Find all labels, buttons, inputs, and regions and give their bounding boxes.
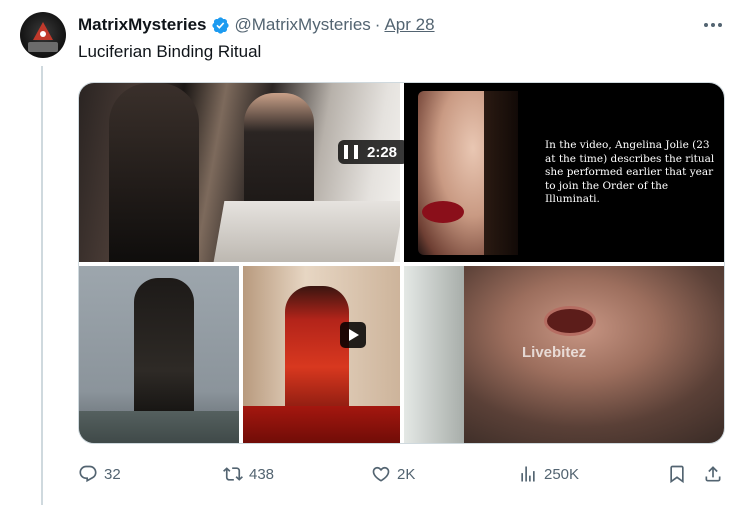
video-background	[404, 266, 464, 443]
media-grid: In the video, Angelina Jolie (23 at the …	[78, 82, 725, 444]
author-handle[interactable]: @MatrixMysteries	[235, 15, 371, 35]
video-mouth	[544, 306, 596, 336]
photo-figure	[285, 286, 349, 421]
reply-icon	[79, 465, 97, 483]
action-bar: 32 438 2K 250K	[78, 462, 725, 486]
photo-figure	[109, 83, 199, 262]
retweet-button[interactable]: 438	[223, 462, 274, 486]
avatar-pupil	[40, 31, 46, 37]
photo-water	[79, 411, 239, 443]
video-watermark: Livebitez	[522, 344, 587, 361]
play-triangle	[349, 329, 359, 341]
media-photo-black-outfit[interactable]	[79, 266, 239, 443]
video-quote-text: In the video, Angelina Jolie (23 at the …	[545, 139, 715, 205]
views-icon	[521, 466, 535, 482]
avatar[interactable]	[20, 12, 66, 58]
like-button[interactable]: 2K	[371, 462, 415, 486]
reply-count: 32	[104, 465, 121, 483]
share-button[interactable]	[703, 462, 723, 486]
bookmark-icon	[670, 465, 684, 484]
reply-button[interactable]: 32	[78, 462, 121, 486]
share-icon	[705, 466, 721, 482]
tweet-header: MatrixMysteries @MatrixMysteries · Apr 2…	[78, 14, 435, 36]
photo-crate	[213, 201, 400, 262]
pause-icon[interactable]	[344, 145, 358, 159]
more-dot	[704, 23, 708, 27]
video-hair	[484, 91, 518, 255]
avatar-base	[28, 42, 58, 52]
media-photo-red-outfit[interactable]	[243, 266, 400, 443]
play-icon[interactable]	[340, 322, 366, 348]
retweet-icon	[223, 467, 243, 481]
views-count: 250K	[544, 465, 580, 483]
retweet-count: 438	[249, 465, 275, 483]
bookmark-button[interactable]	[667, 462, 687, 486]
more-dot	[718, 23, 722, 27]
photo-floor	[243, 406, 400, 443]
media-video-closeup[interactable]: Livebitez	[404, 266, 724, 443]
photo-figure	[134, 278, 194, 433]
video-lips	[422, 201, 464, 223]
views-button[interactable]: 250K	[518, 462, 579, 486]
thread-line	[41, 66, 43, 505]
more-options-icon[interactable]	[701, 14, 725, 36]
more-dot	[711, 23, 715, 27]
media-video-quote[interactable]: In the video, Angelina Jolie (23 at the …	[404, 83, 724, 262]
author-name[interactable]: MatrixMysteries	[78, 15, 207, 35]
like-count: 2K	[397, 465, 416, 483]
video-time: 2:28	[367, 143, 398, 161]
header-separator: ·	[374, 15, 381, 34]
tweet-text: Luciferian Binding Ritual	[78, 42, 262, 61]
verified-badge-icon	[211, 16, 230, 35]
tweet-date[interactable]: Apr 28	[384, 15, 434, 35]
video-time-pill[interactable]: 2:28	[338, 140, 408, 164]
like-icon	[372, 466, 390, 482]
media-photo-crowd[interactable]	[79, 83, 400, 262]
